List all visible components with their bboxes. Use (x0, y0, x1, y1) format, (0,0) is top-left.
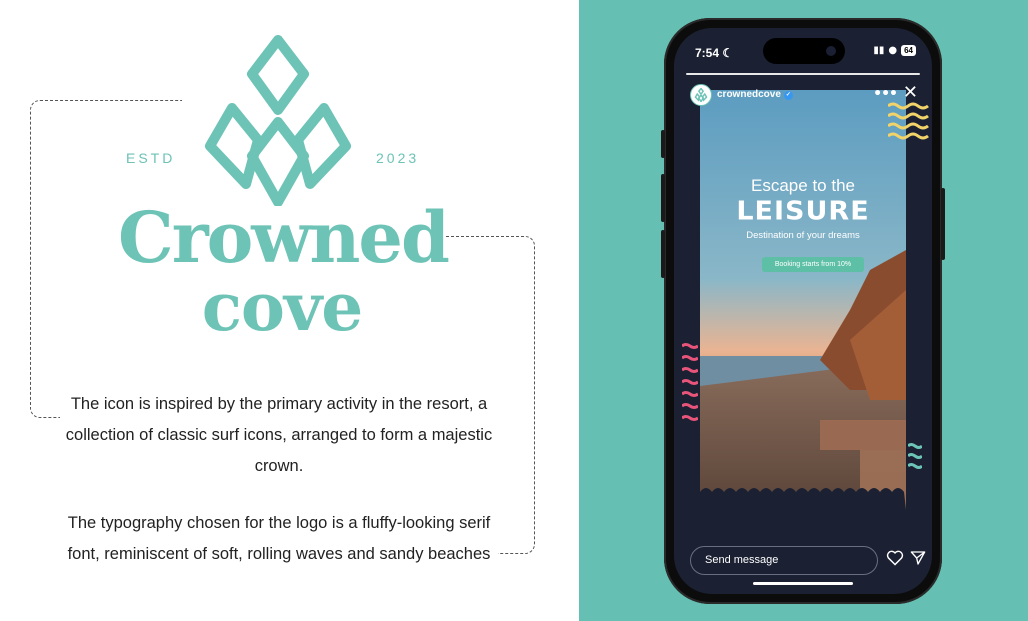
power-button (941, 188, 945, 260)
yellow-wave-decoration (888, 102, 929, 140)
status-time: 7:54 ☾ (695, 46, 734, 60)
dynamic-island (763, 38, 845, 64)
signal-icon: ▮▮ (873, 45, 885, 56)
close-icon[interactable]: ✕ (903, 82, 918, 103)
more-options-icon[interactable]: ••• (873, 86, 898, 102)
volume-down-button (661, 230, 665, 278)
connector-line-left (30, 100, 182, 418)
crown-avatar-icon (694, 88, 708, 102)
volume-up-button (661, 174, 665, 222)
story-subtitle: Destination of your dreams (746, 230, 860, 241)
story-title: LEISURE (736, 196, 870, 227)
verified-badge-icon: ✓ (783, 91, 793, 100)
moon-icon: ☾ (722, 46, 734, 60)
username-label: crownedcove (717, 89, 781, 100)
pink-wave-decoration (682, 343, 698, 421)
typography-description: The typography chosen for the logo is a … (60, 508, 498, 570)
camera-icon (826, 46, 836, 56)
phone-screen: 7:54 ☾ ▮▮ ● 64 crownedcove ✓ ••• ✕ Escap… (674, 28, 932, 594)
story-headline: Escape to the (751, 176, 855, 195)
home-indicator[interactable] (753, 582, 853, 585)
phone-frame: 7:54 ☾ ▮▮ ● 64 crownedcove ✓ ••• ✕ Escap… (661, 18, 945, 604)
booking-pill[interactable]: Booking starts from 10% (762, 257, 864, 272)
teal-wave-decoration (908, 443, 922, 469)
story-content[interactable]: crownedcove ✓ ••• ✕ Escape to the LEISURE… (682, 80, 929, 534)
profile-avatar[interactable] (690, 84, 712, 106)
battery-icon: 64 (901, 45, 916, 56)
heart-icon[interactable] (886, 550, 904, 566)
send-icon[interactable] (910, 550, 926, 566)
phone-mockup-panel: 7:54 ☾ ▮▮ ● 64 crownedcove ✓ ••• ✕ Escap… (579, 0, 1028, 621)
established-year: 2023 (376, 150, 420, 166)
story-progress-bar (686, 73, 920, 75)
status-icons: ▮▮ ● 64 (873, 45, 916, 56)
crown-logo (205, 35, 351, 206)
wifi-icon: ● (888, 45, 898, 56)
brand-panel: ESTD 2023 Crowned cove The icon is inspi… (0, 0, 579, 621)
send-message-input[interactable]: Send message (690, 546, 878, 575)
story-username[interactable]: crownedcove ✓ (717, 89, 793, 100)
story-photo (700, 90, 906, 510)
mute-switch (661, 130, 665, 158)
icon-description: The icon is inspired by the primary acti… (60, 389, 498, 482)
